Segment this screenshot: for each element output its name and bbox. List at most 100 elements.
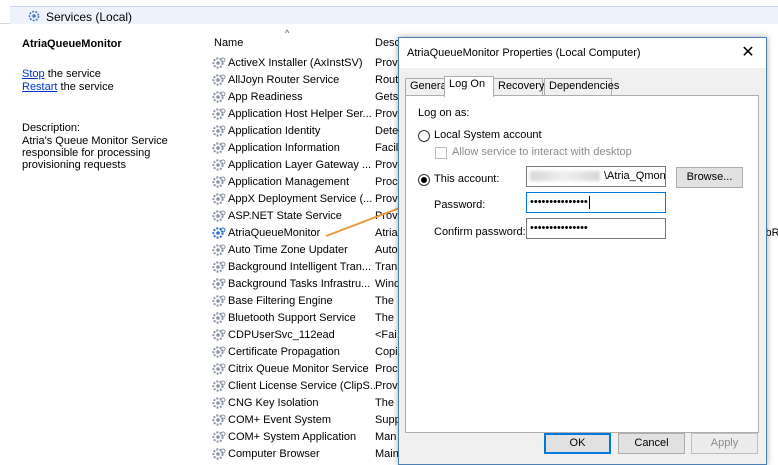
table-row[interactable]: COM+ System Application Man: [210, 429, 410, 446]
table-row[interactable]: Application Information Facil: [210, 140, 410, 157]
table-row[interactable]: CNG Key Isolation The: [210, 395, 410, 412]
gear-icon: [212, 278, 226, 290]
account-input[interactable]: \Atria_Qmon_s: [526, 166, 666, 187]
properties-dialog: AtriaQueueMonitor Properties (Local Comp…: [398, 37, 767, 465]
table-row[interactable]: Background Tasks Infrastru... Wind: [210, 276, 410, 293]
local-system-radio[interactable]: [418, 130, 430, 142]
table-row[interactable]: Certificate Propagation Copi: [210, 344, 410, 361]
text-caret: [588, 195, 590, 209]
stop-service-link[interactable]: Stop: [22, 68, 45, 80]
table-row[interactable]: Bluetooth Support Service The: [210, 310, 410, 327]
services-rows: ActiveX Installer (AxInstSV) Prov AllJoyn …: [210, 55, 410, 463]
this-account-label: This account:: [434, 173, 500, 185]
table-row[interactable]: COM+ Event System Supp: [210, 412, 410, 429]
apply-button[interactable]: Apply: [691, 433, 758, 454]
gear-icon: [212, 125, 226, 137]
service-name-cell: AtriaQueueMonitor: [228, 227, 321, 239]
log-on-as-label: Log on as:: [418, 107, 470, 119]
table-row[interactable]: Application Identity Dete: [210, 123, 410, 140]
tab-general[interactable]: General: [405, 78, 449, 95]
gear-icon: [212, 244, 226, 256]
gear-icon: [212, 57, 226, 69]
table-row[interactable]: ASP.NET State Service Prov: [210, 208, 410, 225]
redacted-domain: [530, 171, 600, 182]
service-name-cell: Application Layer Gateway ...: [228, 159, 372, 171]
password-value: •••••••••••••••: [530, 196, 588, 208]
log-on-panel: Log on as: Local System account Allow se…: [405, 95, 759, 433]
service-name-cell: Application Identity: [228, 125, 321, 137]
gear-icon: [212, 108, 226, 120]
table-row[interactable]: Auto Time Zone Updater Auto: [210, 242, 410, 259]
tab-recovery[interactable]: Recovery: [493, 78, 544, 95]
service-name-cell: CDPUserSvc_112ead: [228, 329, 335, 341]
selected-service-name: AtriaQueueMonitor: [22, 38, 122, 50]
service-name-cell: Base Filtering Engine: [228, 295, 333, 307]
service-name-cell: Application Management: [228, 176, 350, 188]
service-name-cell: Background Intelligent Tran...: [228, 261, 372, 273]
gear-icon: [212, 176, 226, 188]
service-name-cell: Auto Time Zone Updater: [228, 244, 348, 256]
password-label: Password:: [434, 199, 486, 211]
password-input[interactable]: •••••••••••••••: [526, 192, 666, 213]
description-label: Description:: [22, 122, 81, 134]
gear-icon: [212, 380, 226, 392]
service-name-cell: Client License Service (ClipS...: [228, 380, 375, 392]
gear-icon: [212, 261, 226, 273]
table-row[interactable]: Application Management Proc: [210, 174, 410, 191]
table-row[interactable]: Client License Service (ClipS... Prov: [210, 378, 410, 395]
gear-icon: [212, 142, 226, 154]
header-title: Services (Local): [46, 10, 133, 24]
tab-dependencies[interactable]: Dependencies: [544, 78, 619, 95]
confirm-password-input[interactable]: •••••••••••••••: [526, 218, 666, 239]
service-details-pane: AtriaQueueMonitor Stop the service Resta…: [0, 25, 205, 465]
table-row[interactable]: App Readiness Gets: [210, 89, 410, 106]
table-row[interactable]: AtriaQueueMonitor Atria: [210, 225, 410, 242]
service-name-cell: Bluetooth Support Service: [228, 312, 356, 324]
table-row[interactable]: Application Layer Gateway ... Prov: [210, 157, 410, 174]
local-system-label: Local System account: [434, 129, 542, 141]
gear-icon: [212, 295, 226, 307]
stop-suffix: the service: [44, 68, 101, 80]
service-name-cell: COM+ Event System: [228, 414, 332, 426]
close-icon[interactable]: ✕: [738, 43, 758, 63]
table-row[interactable]: Base Filtering Engine The: [210, 293, 410, 310]
service-description: Atria's Queue Monitor Service responsibl…: [22, 135, 168, 171]
gear-icon: [28, 10, 40, 22]
allow-interact-label: Allow service to interact with desktop: [452, 146, 632, 158]
this-account-radio[interactable]: [418, 174, 430, 186]
restart-suffix: the service: [57, 81, 114, 93]
table-row[interactable]: Background Intelligent Tran... Tran: [210, 259, 410, 276]
gear-icon: [212, 210, 226, 222]
confirm-password-value: •••••••••••••••: [530, 222, 588, 234]
gear-icon: [212, 363, 226, 375]
tab-log-on[interactable]: Log On: [444, 76, 494, 97]
table-row[interactable]: Citrix Queue Monitor Service Proc: [210, 361, 410, 378]
service-name-cell: CNG Key Isolation: [228, 397, 319, 409]
service-name-cell: Background Tasks Infrastru...: [228, 278, 371, 290]
column-header-description[interactable]: Desc: [375, 37, 400, 49]
table-row[interactable]: CDPUserSvc_112ead <Fai: [210, 327, 410, 344]
browse-button[interactable]: Browse...: [676, 167, 743, 188]
ok-button[interactable]: OK: [544, 433, 611, 454]
table-row[interactable]: AllJoyn Router Service Rout: [210, 72, 410, 89]
column-header-name[interactable]: Name: [214, 37, 243, 49]
gear-icon: [212, 312, 226, 324]
service-name-cell: AllJoyn Router Service: [228, 74, 340, 86]
stop-service-line: Stop the service: [22, 68, 101, 80]
gear-icon: [212, 431, 226, 443]
cancel-button[interactable]: Cancel: [618, 433, 685, 454]
gear-icon: [212, 329, 226, 341]
service-name-cell: App Readiness: [228, 91, 303, 103]
allow-interact-checkbox[interactable]: [435, 147, 447, 159]
service-name-cell: COM+ System Application: [228, 431, 357, 443]
restart-service-line: Restart the service: [22, 81, 114, 93]
table-row[interactable]: AppX Deployment Service (... Prov: [210, 191, 410, 208]
table-row[interactable]: Application Host Helper Ser... Prov: [210, 106, 410, 123]
service-name-cell: Application Host Helper Ser...: [228, 108, 372, 120]
table-row[interactable]: ActiveX Installer (AxInstSV) Prov: [210, 55, 410, 72]
gear-icon: [212, 448, 226, 460]
table-row[interactable]: Computer Browser Main: [210, 446, 410, 463]
gear-icon: [212, 346, 226, 358]
restart-service-link[interactable]: Restart: [22, 81, 57, 93]
confirm-password-label: Confirm password:: [434, 226, 526, 238]
